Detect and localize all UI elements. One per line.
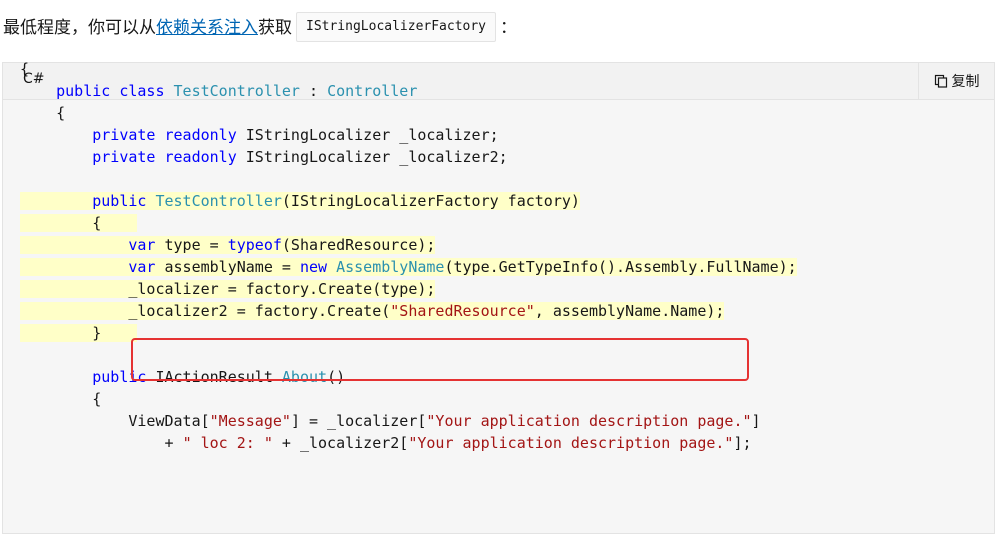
- dependency-injection-link[interactable]: 依赖关系注入: [156, 18, 258, 38]
- code-line: public class TestController : Controller: [56, 82, 418, 100]
- inline-code: IStringLocalizerFactory: [296, 12, 497, 42]
- code-line: private readonly IStringLocalizer _local…: [92, 148, 508, 166]
- code-line-highlighted: _localizer = factory.Create(type);: [20, 280, 436, 298]
- code-content: { public class TestController : Controll…: [20, 58, 797, 454]
- copy-button[interactable]: 复制: [918, 63, 994, 99]
- code-line-highlighted: public TestController(IStringLocalizerFa…: [20, 190, 797, 212]
- annotation-highlight-box: [131, 338, 749, 381]
- code-line-highlighted: {: [20, 214, 138, 232]
- intro-text-2: 获取: [258, 18, 292, 38]
- copy-icon: [934, 74, 947, 88]
- code-line-highlighted: var type = typeof(SharedResource);: [20, 234, 797, 256]
- code-line: private readonly IStringLocalizer _local…: [92, 126, 499, 144]
- code-line: {: [20, 104, 66, 122]
- intro-paragraph: 最低程度，你可以从依赖关系注入获取 IStringLocalizerFactory…: [3, 12, 518, 43]
- intro-text: 最低程度，你可以从: [3, 18, 156, 38]
- code-line-highlighted: var assemblyName = new AssemblyName(type…: [20, 256, 797, 278]
- code-line: ViewData["Message"] = _localizer["Your a…: [20, 412, 761, 430]
- code-line-highlighted: _localizer2 = factory.Create("SharedReso…: [20, 302, 725, 320]
- code-line: {: [20, 60, 30, 78]
- code-line: {: [20, 390, 102, 408]
- code-line: + " loc 2: " + _localizer2["Your applica…: [20, 434, 752, 452]
- intro-end: ：: [500, 18, 518, 38]
- copy-label: 复制: [951, 74, 980, 90]
